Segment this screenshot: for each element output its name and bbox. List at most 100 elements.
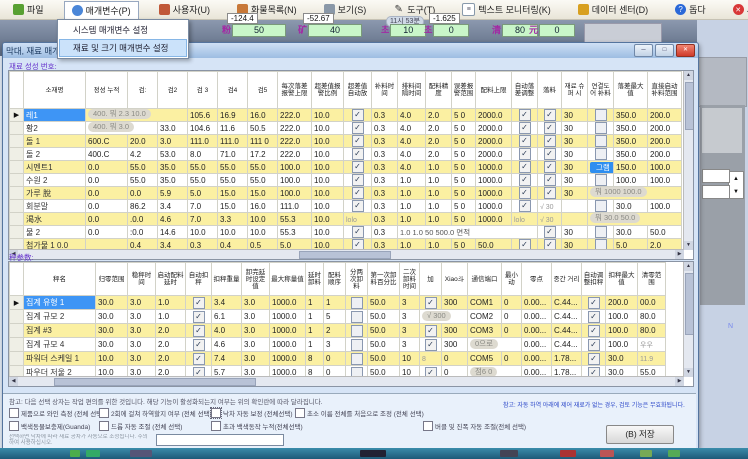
dropdown-item-1[interactable]: 재료 및 크기 매개변수 설정 <box>59 39 187 57</box>
table-cell[interactable]: 6.1 <box>212 310 242 324</box>
checkbox-checked[interactable]: ✓ <box>352 109 364 121</box>
table-cell[interactable]: 1.0 <box>426 200 452 213</box>
table-cell[interactable]: 100.0 <box>648 200 682 213</box>
row-name-cell[interactable]: 회분말 <box>24 200 86 213</box>
checkbox-checked[interactable]: ✓ <box>193 311 205 323</box>
row-name-cell[interactable]: 파워더 스케일 1 <box>24 352 96 366</box>
table-cell[interactable]: 10.0 <box>248 226 278 239</box>
table-cell[interactable]: C.44... <box>552 296 582 310</box>
table-cell[interactable]: 1 <box>324 296 346 310</box>
table-cell[interactable]: 3.0 <box>242 296 270 310</box>
table-cell[interactable]: 50.0 <box>368 296 400 310</box>
table-cell[interactable]: 5 0 <box>452 187 476 200</box>
checkbox-checked[interactable]: ✓ <box>352 122 364 134</box>
table-cell[interactable]: 222.0 <box>278 109 312 122</box>
table-cell[interactable]: 10.0 <box>218 226 248 239</box>
row-name-cell[interactable]: 집계 규모 4 <box>24 338 96 352</box>
table-cell[interactable]: 1000.0 <box>270 352 306 366</box>
table-cell[interactable]: 2.0 <box>156 324 186 338</box>
table-cell[interactable]: 5 0 <box>452 174 476 187</box>
table-cell[interactable]: C.44... <box>552 324 582 338</box>
table-cell[interactable]: 10.0 <box>312 213 344 226</box>
table-cell[interactable]: 50.0 <box>368 352 400 366</box>
row-name-cell[interactable]: 물 2 <box>24 226 86 239</box>
table-cell[interactable]: 0.3 <box>372 226 398 239</box>
table-cell[interactable]: 50.0 <box>368 310 400 324</box>
checkbox-checked[interactable]: ✓ <box>519 122 531 134</box>
row-selector[interactable] <box>10 187 24 200</box>
table-cell[interactable]: 3 <box>400 338 420 352</box>
minimize-icon[interactable]: ─ <box>634 44 653 57</box>
table-cell[interactable]: ✓ <box>186 338 212 352</box>
table-cell[interactable]: 30.0 <box>606 352 638 366</box>
checkbox-checked[interactable]: ✓ <box>544 148 556 160</box>
table-cell[interactable]: 3.0 <box>242 324 270 338</box>
table-cell[interactable]: 30.0 <box>96 338 128 352</box>
table-cell[interactable]: 0.3 <box>372 122 398 135</box>
row-name-cell[interactable]: 집계 유형 1 <box>24 296 96 310</box>
menu-item-parameters[interactable]: 매개변수(P) <box>64 1 139 19</box>
table-cell[interactable]: 104.6 <box>188 122 218 135</box>
horizontal-scrollbar[interactable]: ◀ ▶ <box>9 376 684 386</box>
table-cell[interactable]: 350.0 <box>614 135 648 148</box>
table-cell[interactable]: ✓ <box>420 338 442 352</box>
table-cell[interactable]: 11.9 <box>638 352 666 366</box>
table-cell[interactable]: 1.0 <box>156 310 186 324</box>
table-cell[interactable] <box>562 200 588 213</box>
table-cell[interactable]: lolo <box>512 213 538 226</box>
table-cell[interactable]: 1000.0 <box>476 174 512 187</box>
table-cell[interactable]: ✓ <box>512 174 538 187</box>
checkbox-unchecked[interactable] <box>99 421 109 431</box>
table-cell[interactable]: 100.0 <box>648 174 682 187</box>
table-cell[interactable]: 5 0 <box>452 122 476 135</box>
row-selector[interactable]: ▶ <box>10 109 24 122</box>
table-cell[interactable]: 1.0 <box>398 187 426 200</box>
row-selector[interactable] <box>10 174 24 187</box>
table-cell[interactable]: 8 <box>420 352 442 366</box>
table-cell[interactable]: 30.0 <box>96 296 128 310</box>
table-cell[interactable]: 200.0 <box>648 109 682 122</box>
table-cell[interactable] <box>588 174 614 187</box>
table-cell[interactable]: 0 <box>442 352 468 366</box>
table-cell[interactable]: 55.0 <box>248 174 278 187</box>
table-cell[interactable]: 0.3 <box>372 135 398 148</box>
table-cell[interactable]: 2000.0 <box>476 109 512 122</box>
table-cell[interactable]: ✓ <box>420 324 442 338</box>
checkbox-unchecked[interactable] <box>351 353 363 365</box>
table-cell[interactable]: 55.0 <box>128 174 158 187</box>
table-cell[interactable]: ✓ <box>344 122 372 135</box>
table-cell[interactable]: 30 <box>562 187 588 200</box>
row-name-cell[interactable]: 황2 <box>24 122 86 135</box>
table-cell[interactable]: 55.0 <box>218 161 248 174</box>
scroll-down-icon[interactable]: ▼ <box>684 241 693 250</box>
table-cell[interactable]: 10.0 <box>312 135 344 148</box>
table-cell[interactable]: 1000.0 <box>270 338 306 352</box>
table-cell[interactable]: ✓ <box>512 161 538 174</box>
table-cell[interactable]: 7.0 <box>188 213 218 226</box>
table-cell[interactable]: 3.0 <box>128 296 156 310</box>
table-cell[interactable]: 14.6 <box>158 226 188 239</box>
table-cell[interactable]: 100.0 <box>614 174 648 187</box>
table-cell[interactable]: 2.0 <box>426 148 452 161</box>
table-cell[interactable]: 10.0 <box>312 122 344 135</box>
table-cell[interactable]: 1.78... <box>552 352 582 366</box>
table-cell[interactable]: ✓ <box>582 324 606 338</box>
scroll-up-icon[interactable]: ▲ <box>684 71 693 80</box>
footer-checkbox-2회에-걸쳐-하역할지-여부-전체-선택[interactable]: 2회에 걸쳐 하역할지 여부 (전체 선택) <box>99 408 212 418</box>
checkbox-checked[interactable]: ✓ <box>588 339 600 351</box>
save-button[interactable]: (B) 저장 <box>606 425 674 444</box>
table-cell[interactable]: 50.5 <box>248 122 278 135</box>
table-cell[interactable]: 0.0 <box>86 187 128 200</box>
table-cell[interactable]: 100.0 <box>278 187 312 200</box>
table-cell[interactable]: 5 0 <box>452 161 476 174</box>
checkbox-unchecked[interactable] <box>595 135 607 147</box>
table-cell[interactable]: 30 <box>562 226 588 239</box>
table-cell[interactable]: 80.0 <box>638 310 666 324</box>
table-cell[interactable]: 300 <box>442 324 468 338</box>
table-cell[interactable]: ✓ <box>582 352 606 366</box>
table-cell[interactable]: 0.0 <box>128 187 158 200</box>
table-cell[interactable]: 350.0 <box>614 109 648 122</box>
table-cell[interactable]: 200.0 <box>648 122 682 135</box>
checkbox-checked[interactable]: ✓ <box>352 161 364 173</box>
row-selector[interactable] <box>10 148 24 161</box>
